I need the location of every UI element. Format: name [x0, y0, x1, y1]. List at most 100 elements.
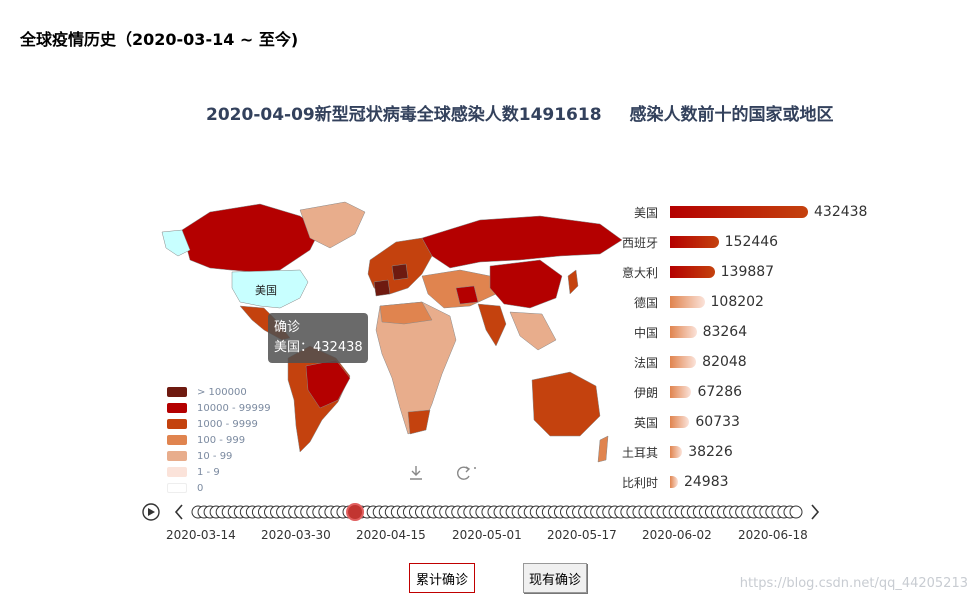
map-label-usa: 美国 — [255, 284, 277, 297]
map-tooltip: 确诊 美国：432438 — [268, 313, 368, 363]
bar-category-label: 中国 — [633, 325, 658, 340]
bar-value-label: 432438 — [814, 204, 868, 220]
chart-title-main: 2020-04-09新型冠状病毒全球感染人数1491618 — [206, 105, 602, 125]
map-region-germany — [391, 263, 409, 281]
bar-row: 中国 83264 — [620, 322, 747, 342]
timeline-current-handle[interactable] — [346, 503, 365, 521]
bar-row: 西班牙 152446 — [620, 232, 778, 252]
bar-category-label: 伊朗 — [633, 385, 658, 400]
bar-value-label: 152446 — [724, 234, 779, 250]
legend-label: 100 - 999 — [197, 434, 246, 446]
bar-value-label: 38226 — [688, 444, 733, 460]
restore-icon[interactable] — [454, 464, 478, 486]
bar-category-label: 法国 — [633, 355, 658, 370]
legend-item[interactable]: 0 — [167, 480, 271, 496]
bar-category-label: 英国 — [633, 415, 658, 430]
bar-category-label: 土耳其 — [621, 445, 658, 460]
prev-button — [174, 504, 183, 520]
map-legend: > 100000 10000 - 99999 1000 - 9999 100 -… — [167, 384, 271, 496]
bar[interactable] — [670, 326, 697, 338]
watermark: https://blog.csdn.net/qq_44205213 — [739, 576, 968, 591]
timeline-label: 2020-05-01 — [452, 528, 522, 542]
legend-swatch — [167, 435, 187, 445]
bar-value-label: 60733 — [695, 414, 740, 430]
legend-item[interactable]: 1 - 9 — [167, 464, 271, 480]
total-confirmed-button[interactable]: 累计确诊 — [409, 563, 475, 593]
timeline[interactable] — [140, 500, 830, 524]
timeline-label: 2020-06-02 — [642, 528, 712, 542]
bar[interactable] — [670, 206, 808, 218]
legend-item[interactable]: 1000 - 9999 — [167, 416, 271, 432]
bar-category-label: 德国 — [633, 295, 658, 310]
bar[interactable] — [670, 266, 715, 278]
bar-row: 英国 60733 — [620, 412, 740, 432]
legend-item[interactable]: 100 - 999 — [167, 432, 271, 448]
bar-value-label: 82048 — [702, 354, 747, 370]
map-region-russia — [421, 215, 623, 269]
map-region-new-zealand — [597, 435, 609, 463]
bar-row: 法国 82048 — [620, 352, 747, 372]
tooltip-text: 美国：432438 — [274, 340, 363, 355]
legend-item[interactable]: 10 - 99 — [167, 448, 271, 464]
bar-category-label: 西班牙 — [621, 235, 658, 250]
legend-swatch — [167, 387, 187, 397]
legend-label: 10 - 99 — [197, 450, 233, 462]
chart-subtitle: 感染人数前十的国家或地区 — [629, 105, 834, 125]
legend-label: 0 — [197, 482, 204, 494]
timeline-label: 2020-05-17 — [547, 528, 617, 542]
legend-swatch — [167, 483, 187, 493]
bar-category-label: 美国 — [633, 205, 658, 220]
bar-value-label: 108202 — [710, 294, 764, 310]
bar-value-label: 139887 — [720, 264, 775, 280]
map-region-canada — [181, 203, 321, 273]
bar-value-label: 67286 — [697, 384, 743, 400]
tooltip-title: 确诊 — [274, 320, 301, 335]
download-icon[interactable] — [407, 464, 425, 486]
legend-item[interactable]: > 100000 — [167, 384, 271, 400]
timeline-label: 2020-04-15 — [356, 528, 426, 542]
play-button[interactable] — [142, 503, 160, 521]
legend-swatch — [167, 403, 187, 413]
bar-row: 美国 432438 — [620, 202, 867, 222]
timeline-label: 2020-06-18 — [738, 528, 808, 542]
bar[interactable] — [670, 356, 697, 368]
timeline-dot[interactable] — [789, 505, 803, 519]
bar-category-label: 比利时 — [621, 475, 658, 490]
page-title: 全球疫情历史（2020-03-14 ~ 至今) — [20, 30, 299, 49]
map-region-spain — [373, 279, 391, 297]
map-region-iran — [455, 285, 479, 305]
bar-row: 意大利 139887 — [620, 262, 774, 282]
map-region-india — [477, 303, 507, 347]
map-region-se-asia — [509, 311, 557, 351]
legend-label: 1000 - 9999 — [197, 418, 258, 430]
top10-bar-chart: 美国 432438 西班牙 152446 意大利 139887 德国 108202 中国 8326… — [620, 200, 920, 500]
legend-swatch — [167, 467, 187, 477]
bar-value-label: 24983 — [683, 474, 729, 490]
map-region-australia — [531, 371, 601, 437]
legend-swatch — [167, 419, 187, 429]
bar-row: 比利时 24983 — [620, 472, 729, 492]
legend-item[interactable]: 10000 - 99999 — [167, 400, 271, 416]
map-region-japan — [567, 269, 579, 295]
map-region-china — [489, 259, 563, 309]
bar-category-label: 意大利 — [621, 265, 658, 280]
timeline-label: 2020-03-30 — [261, 528, 331, 542]
bar[interactable] — [670, 386, 692, 398]
bar[interactable] — [670, 416, 690, 428]
next-button — [811, 504, 820, 520]
legend-label: 1 - 9 — [197, 466, 220, 478]
bar-row: 土耳其 38226 — [620, 442, 733, 462]
bar-value-label: 83264 — [702, 324, 748, 340]
bar[interactable] — [670, 296, 705, 308]
legend-label: > 100000 — [197, 386, 247, 398]
bar-row: 德国 108202 — [620, 292, 764, 312]
chart-title: 2020-04-09新型冠状病毒全球感染人数1491618 感染人数前十的国家或地… — [206, 100, 834, 125]
map-region-south-africa — [407, 409, 431, 435]
current-confirmed-button[interactable]: 现有确诊 — [523, 563, 587, 593]
legend-swatch — [167, 451, 187, 461]
bar[interactable] — [670, 476, 678, 488]
timeline-label: 2020-03-14 — [166, 528, 236, 542]
bar[interactable] — [670, 446, 683, 458]
bar[interactable] — [670, 236, 719, 248]
legend-label: 10000 - 99999 — [197, 402, 271, 414]
